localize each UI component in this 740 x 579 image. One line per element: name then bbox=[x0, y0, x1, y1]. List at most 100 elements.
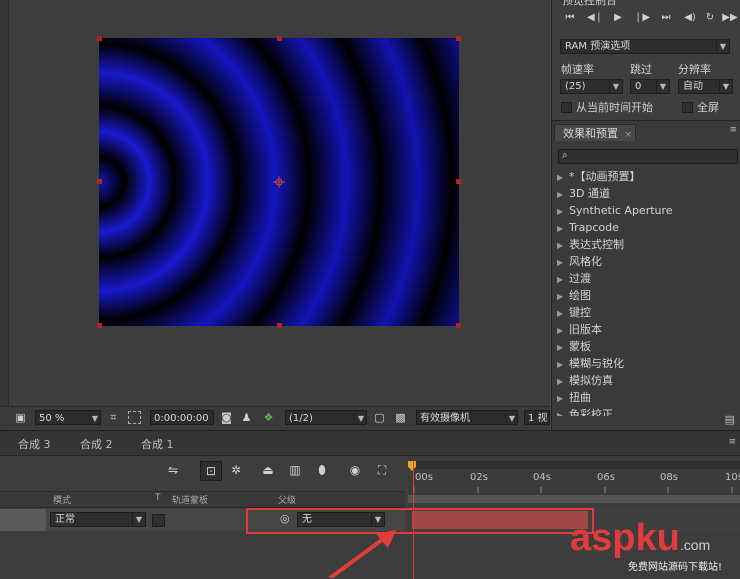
brainstorm-icon[interactable]: ⬮ bbox=[312, 461, 332, 479]
loop-icon[interactable]: ↻ bbox=[702, 11, 718, 25]
expand-triangle-icon[interactable]: ▶ bbox=[557, 254, 569, 271]
time-ruler[interactable]: 00s 02s 04s 06s 08s 10s bbox=[408, 461, 740, 505]
prev-frame-icon[interactable]: ◀❘ bbox=[587, 11, 603, 25]
mask-visibility-icon[interactable] bbox=[128, 411, 141, 424]
effects-search-input[interactable]: ⌕ bbox=[558, 149, 738, 164]
close-icon[interactable]: × bbox=[625, 130, 633, 140]
expand-triangle-icon[interactable]: ▶ bbox=[557, 390, 569, 407]
fullscreen-checkbox[interactable] bbox=[682, 102, 693, 113]
effect-category-label: 模糊与锐化 bbox=[569, 357, 624, 370]
draft-3d-icon[interactable]: ⊡ bbox=[200, 461, 222, 481]
skip-select[interactable]: 0 ▼ bbox=[630, 79, 670, 94]
composition-canvas[interactable] bbox=[99, 38, 459, 326]
work-area-bar[interactable] bbox=[408, 461, 740, 469]
expand-triangle-icon[interactable]: ▶ bbox=[557, 356, 569, 373]
resolution-select[interactable]: 自动 ▼ bbox=[678, 79, 733, 94]
expand-triangle-icon[interactable]: ▶ bbox=[557, 169, 569, 186]
play-icon[interactable]: ▶ bbox=[610, 11, 626, 25]
always-preview-icon[interactable]: ▣ bbox=[14, 411, 27, 424]
blend-mode-select[interactable]: 正常 ▼ bbox=[50, 512, 146, 527]
last-frame-icon[interactable]: ⏭ bbox=[658, 11, 674, 25]
new-item-icon[interactable]: ▤ bbox=[725, 413, 735, 426]
panel-menu-icon[interactable]: ≡ bbox=[729, 125, 737, 135]
auto-keyframe-icon[interactable]: ◉ bbox=[345, 461, 365, 479]
first-frame-icon[interactable]: ⏮ bbox=[562, 11, 578, 25]
effect-category-item[interactable]: ▶ 过渡 bbox=[557, 270, 591, 287]
motion-blur-icon[interactable]: ▥ bbox=[285, 461, 305, 479]
tab-comp-2[interactable]: 合成 2 bbox=[80, 436, 113, 452]
tab-comp-1[interactable]: 合成 1 bbox=[141, 436, 174, 452]
effect-category-label: 过渡 bbox=[569, 272, 591, 285]
preserve-transparency-checkbox[interactable] bbox=[152, 514, 165, 527]
expand-triangle-icon[interactable]: ▶ bbox=[557, 186, 569, 203]
effect-category-item[interactable]: ▶ 绘图 bbox=[557, 287, 591, 304]
effect-category-item[interactable]: ▶ 旧版本 bbox=[557, 321, 602, 338]
skip-label: 跳过 bbox=[630, 63, 652, 76]
resolution-label: 分辨率 bbox=[678, 63, 711, 76]
snapshot-icon[interactable]: ◙ bbox=[220, 411, 233, 424]
effect-category-item[interactable]: ▶ Trapcode bbox=[557, 219, 619, 236]
expand-triangle-icon[interactable]: ▶ bbox=[557, 339, 569, 356]
timecode-display[interactable]: 0:00:00:00 bbox=[150, 410, 214, 425]
shy-layers-icon[interactable]: ✲ bbox=[226, 461, 246, 479]
next-frame-icon[interactable]: ❘▶ bbox=[634, 11, 650, 25]
effect-category-item[interactable]: ▶ 蒙板 bbox=[557, 338, 591, 355]
ram-preview-options-select[interactable]: RAM 预演选项 ▼ bbox=[560, 39, 730, 54]
expand-triangle-icon[interactable]: ▶ bbox=[557, 271, 569, 288]
search-icon: ⌕ bbox=[562, 150, 568, 161]
expand-triangle-icon[interactable]: ▶ bbox=[557, 407, 569, 416]
frame-rate-select[interactable]: (25) ▼ bbox=[560, 79, 623, 94]
layer-name-cell[interactable] bbox=[0, 509, 46, 531]
graph-editor-icon[interactable]: ⛶ bbox=[372, 461, 392, 479]
frame-blending-icon[interactable]: ⏏ bbox=[258, 461, 278, 479]
ram-preview-icon[interactable]: ▶▶ bbox=[722, 11, 738, 25]
from-current-checkbox[interactable] bbox=[561, 102, 572, 113]
transparency-grid-icon[interactable]: ▩ bbox=[394, 411, 407, 424]
expand-triangle-icon[interactable]: ▶ bbox=[557, 220, 569, 237]
effect-category-item[interactable]: ▶ 3D 通道 bbox=[557, 185, 610, 202]
effect-category-item[interactable]: ▶ 风格化 bbox=[557, 253, 602, 270]
effect-category-item[interactable]: ▶ 扭曲 bbox=[557, 389, 591, 406]
layer-handle[interactable] bbox=[97, 179, 102, 184]
layer-handle[interactable] bbox=[456, 179, 461, 184]
from-current-label: 从当前时间开始 bbox=[576, 101, 653, 114]
effect-category-item[interactable]: ▶ 模拟仿真 bbox=[557, 372, 613, 389]
panel-menu-icon[interactable]: ≡ bbox=[728, 437, 736, 447]
zoom-select[interactable]: 50 % ▼ bbox=[35, 410, 101, 425]
skip-value: 0 bbox=[635, 81, 642, 92]
region-of-interest-icon[interactable]: ▢ bbox=[373, 411, 386, 424]
expand-triangle-icon[interactable]: ▶ bbox=[557, 373, 569, 390]
expand-triangle-icon[interactable]: ▶ bbox=[557, 322, 569, 339]
effect-category-item[interactable]: ▶ 表达式控制 bbox=[557, 236, 624, 253]
layer-handle[interactable] bbox=[456, 323, 461, 328]
effect-category-label: Trapcode bbox=[569, 221, 619, 234]
effect-category-item[interactable]: ▶ 键控 bbox=[557, 304, 591, 321]
expand-triangle-icon[interactable]: ▶ bbox=[557, 203, 569, 220]
channel-icon[interactable]: ❖ bbox=[262, 411, 275, 424]
effect-category-item[interactable]: ▶ 模糊与锐化 bbox=[557, 355, 624, 372]
ruler-ticks bbox=[413, 487, 733, 493]
effect-category-item[interactable]: ▶ 色彩校正 bbox=[557, 406, 613, 416]
effect-category-item[interactable]: ▶ *【动画预置】 bbox=[557, 168, 641, 185]
layer-handle[interactable] bbox=[456, 36, 461, 41]
expand-triangle-icon[interactable]: ▶ bbox=[557, 237, 569, 254]
views-select[interactable]: 1 视 bbox=[524, 410, 550, 425]
layer-handle[interactable] bbox=[97, 36, 102, 41]
grid-guide-icon[interactable]: ⌗ bbox=[107, 411, 120, 424]
layer-handle[interactable] bbox=[277, 323, 282, 328]
resolution-select[interactable]: (1/2) ▼ bbox=[285, 410, 367, 425]
comp-flowchart-icon[interactable]: ⇋ bbox=[163, 461, 183, 479]
chevron-down-icon: ▼ bbox=[508, 414, 515, 423]
show-snapshot-icon[interactable]: ♟ bbox=[240, 411, 253, 424]
expand-triangle-icon[interactable]: ▶ bbox=[557, 288, 569, 305]
audio-icon[interactable]: ◀) bbox=[682, 11, 698, 25]
tab-comp-3[interactable]: 合成 3 bbox=[18, 436, 51, 452]
current-time-indicator-icon[interactable] bbox=[408, 461, 416, 471]
effect-category-item[interactable]: ▶ Synthetic Aperture bbox=[557, 202, 673, 219]
tab-effects-presets[interactable]: 效果和预置 × bbox=[554, 124, 636, 141]
layer-handle[interactable] bbox=[277, 36, 282, 41]
camera-select[interactable]: 有效摄像机 ▼ bbox=[416, 410, 518, 425]
layer-handle[interactable] bbox=[97, 323, 102, 328]
expand-triangle-icon[interactable]: ▶ bbox=[557, 305, 569, 322]
work-area-range[interactable] bbox=[408, 495, 740, 503]
